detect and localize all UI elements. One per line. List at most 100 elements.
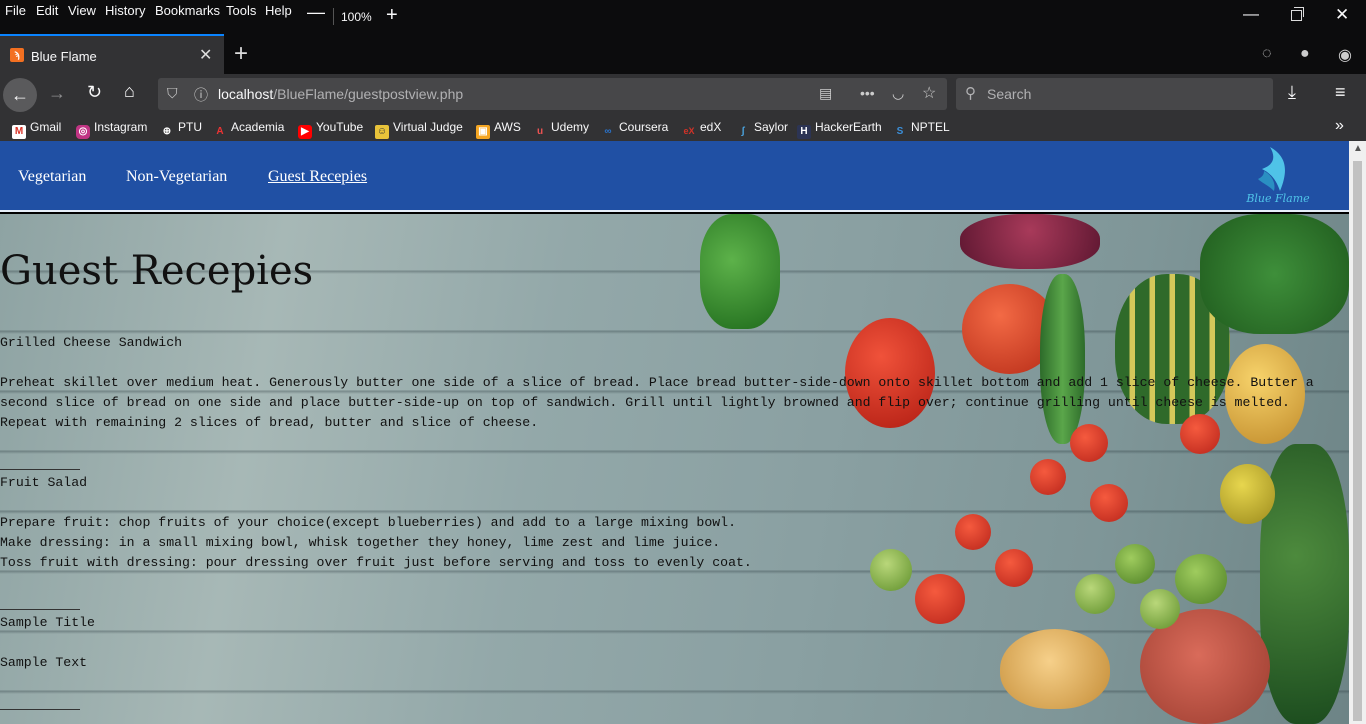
- bookmark-label: Gmail: [30, 120, 62, 134]
- aws-icon: ▣: [476, 125, 490, 139]
- bookmark-ptu[interactable]: ⊕ PTU: [160, 120, 202, 139]
- youtube-icon: ▶: [298, 125, 312, 139]
- tab-blue-flame[interactable]: ϡ Blue Flame ✕: [0, 34, 224, 74]
- bookmark-hackerearth[interactable]: H HackerEarth: [797, 120, 882, 139]
- bookmark-edx[interactable]: eX edX: [682, 120, 721, 138]
- bookmark-instagram[interactable]: ◎ Instagram: [76, 120, 147, 139]
- blue-flame-logo[interactable]: Blue Flame: [1240, 145, 1316, 209]
- bookmark-nptel[interactable]: S NPTEL: [893, 120, 950, 139]
- url-bar[interactable]: ⛉ ⓘ localhost/BlueFlame/guestpostview.ph…: [158, 78, 947, 110]
- page-actions-icon[interactable]: •••: [860, 85, 875, 101]
- account-icon[interactable]: ◉: [1338, 45, 1352, 65]
- menu-help[interactable]: Help: [265, 3, 292, 18]
- bookmarks-overflow-icon[interactable]: »: [1335, 117, 1344, 135]
- window-minimize-button[interactable]: —: [1243, 6, 1259, 24]
- back-button[interactable]: ←: [3, 78, 37, 112]
- reader-view-icon[interactable]: ▤: [819, 85, 832, 102]
- bookmark-label: Virtual Judge: [393, 120, 463, 134]
- info-icon[interactable]: ⓘ: [194, 85, 208, 105]
- virtual-judge-icon: ☺: [375, 125, 389, 139]
- extension-icon[interactable]: ●: [1300, 45, 1310, 63]
- zoom-in-button[interactable]: +: [386, 4, 398, 27]
- tab-close-icon[interactable]: ✕: [199, 45, 212, 65]
- bookmark-virtual-judge[interactable]: ☺ Virtual Judge: [375, 120, 463, 139]
- shield-icon[interactable]: ⛉: [167, 85, 178, 102]
- menu-bookmarks[interactable]: Bookmarks: [155, 3, 220, 18]
- nav-non-vegetarian[interactable]: Non-Vegetarian: [126, 168, 227, 186]
- instagram-icon: ◎: [76, 125, 90, 139]
- menu-edit[interactable]: Edit: [36, 3, 58, 18]
- bookmark-label: Academia: [231, 120, 285, 134]
- bookmark-academia[interactable]: A Academia: [213, 120, 284, 139]
- bookmark-coursera[interactable]: ∞ Coursera: [601, 120, 668, 139]
- saylor-icon: ʃ: [741, 126, 745, 137]
- post-body-line: second slice of bread on one side and pl…: [0, 395, 1290, 410]
- post-divider: [0, 709, 80, 710]
- search-bar[interactable]: ⚲ Search: [956, 78, 1273, 110]
- edx-icon: eX: [683, 126, 695, 136]
- zoom-out-button[interactable]: —: [307, 2, 325, 23]
- post-divider: [0, 469, 80, 470]
- menu-file[interactable]: File: [5, 3, 26, 18]
- post-body-line: Preheat skillet over medium heat. Genero…: [0, 375, 1314, 390]
- new-tab-button[interactable]: +: [234, 40, 248, 68]
- search-icon: ⚲: [965, 85, 976, 102]
- post-divider: [0, 609, 80, 610]
- bookmark-label: AWS: [494, 120, 521, 134]
- scroll-up-icon[interactable]: ▲: [1353, 143, 1363, 154]
- nav-vegetarian[interactable]: Vegetarian: [18, 168, 86, 186]
- post-title: Grilled Cheese Sandwich: [0, 335, 183, 350]
- bookmark-star-icon[interactable]: ☆: [922, 83, 936, 103]
- sync-icon[interactable]: ◌: [1262, 45, 1272, 63]
- zoom-level[interactable]: 100%: [341, 10, 372, 24]
- reload-button[interactable]: ↻: [87, 82, 102, 103]
- bookmark-label: Instagram: [94, 120, 148, 134]
- coursera-icon: ∞: [604, 126, 612, 137]
- window-close-button[interactable]: ✕: [1335, 5, 1349, 25]
- tab-bar: ϡ Blue Flame ✕ + ◌ ● ◉: [0, 34, 1366, 74]
- bookmark-gmail[interactable]: M Gmail: [12, 120, 61, 139]
- globe-icon: ⊕: [162, 126, 172, 137]
- page-title: Guest Recepies: [0, 248, 314, 294]
- web-page: Vegetarian Non-Vegetarian Guest Recepies…: [0, 141, 1349, 724]
- hackerearth-icon: H: [797, 125, 811, 139]
- menu-tools[interactable]: Tools: [226, 3, 256, 18]
- bookmark-label: edX: [700, 120, 722, 134]
- post-title: Sample Title: [0, 615, 95, 630]
- page-scrollbar[interactable]: ▲: [1349, 141, 1366, 724]
- nptel-icon: S: [896, 126, 904, 137]
- home-button[interactable]: ⌂: [124, 81, 135, 102]
- pocket-icon[interactable]: ◡: [892, 85, 904, 102]
- hamburger-menu-icon[interactable]: ≡: [1335, 82, 1346, 103]
- bookmark-youtube[interactable]: ▶ YouTube: [298, 120, 363, 139]
- post-body-line: Make dressing: in a small mixing bowl, w…: [0, 535, 721, 550]
- bookmark-aws[interactable]: ▣ AWS: [476, 120, 521, 139]
- bookmark-label: Saylor: [754, 120, 789, 134]
- gmail-icon: M: [12, 125, 26, 139]
- bookmark-saylor[interactable]: ʃ Saylor: [736, 120, 788, 139]
- window-restore-button[interactable]: [1291, 7, 1304, 21]
- menu-view[interactable]: View: [68, 3, 96, 18]
- bookmark-udemy[interactable]: u Udemy: [533, 120, 589, 139]
- bookmark-label: Udemy: [551, 120, 590, 134]
- content-area: Guest Recepies Grilled Cheese Sandwich P…: [0, 214, 1349, 724]
- nav-guest-recepies[interactable]: Guest Recepies: [268, 168, 367, 186]
- bookmark-label: YouTube: [316, 120, 364, 134]
- bookmark-label: Coursera: [619, 120, 669, 134]
- forward-button[interactable]: →: [48, 83, 66, 104]
- url-text[interactable]: localhost/BlueFlame/guestpostview.php: [218, 86, 463, 102]
- logo-text: Blue Flame: [1246, 192, 1310, 205]
- menu-history[interactable]: History: [105, 3, 145, 18]
- post-title: Fruit Salad: [0, 475, 88, 490]
- scroll-thumb[interactable]: [1353, 161, 1362, 721]
- search-placeholder: Search: [987, 86, 1032, 102]
- tab-title: Blue Flame: [31, 49, 97, 64]
- post-body-line: Repeat with remaining 2 slices of bread,…: [0, 415, 539, 430]
- post-body-line: Sample Text: [0, 655, 88, 670]
- bookmark-label: NPTEL: [911, 120, 950, 134]
- url-path: /BlueFlame/guestpostview.php: [273, 86, 464, 102]
- bookmarks-toolbar: M Gmail ◎ Instagram ⊕ PTU A Academia ▶ YouTub…: [0, 116, 1366, 141]
- downloads-icon[interactable]: ⤓: [1288, 82, 1296, 103]
- site-header: Vegetarian Non-Vegetarian Guest Recepies…: [0, 141, 1349, 212]
- udemy-icon: u: [536, 126, 544, 137]
